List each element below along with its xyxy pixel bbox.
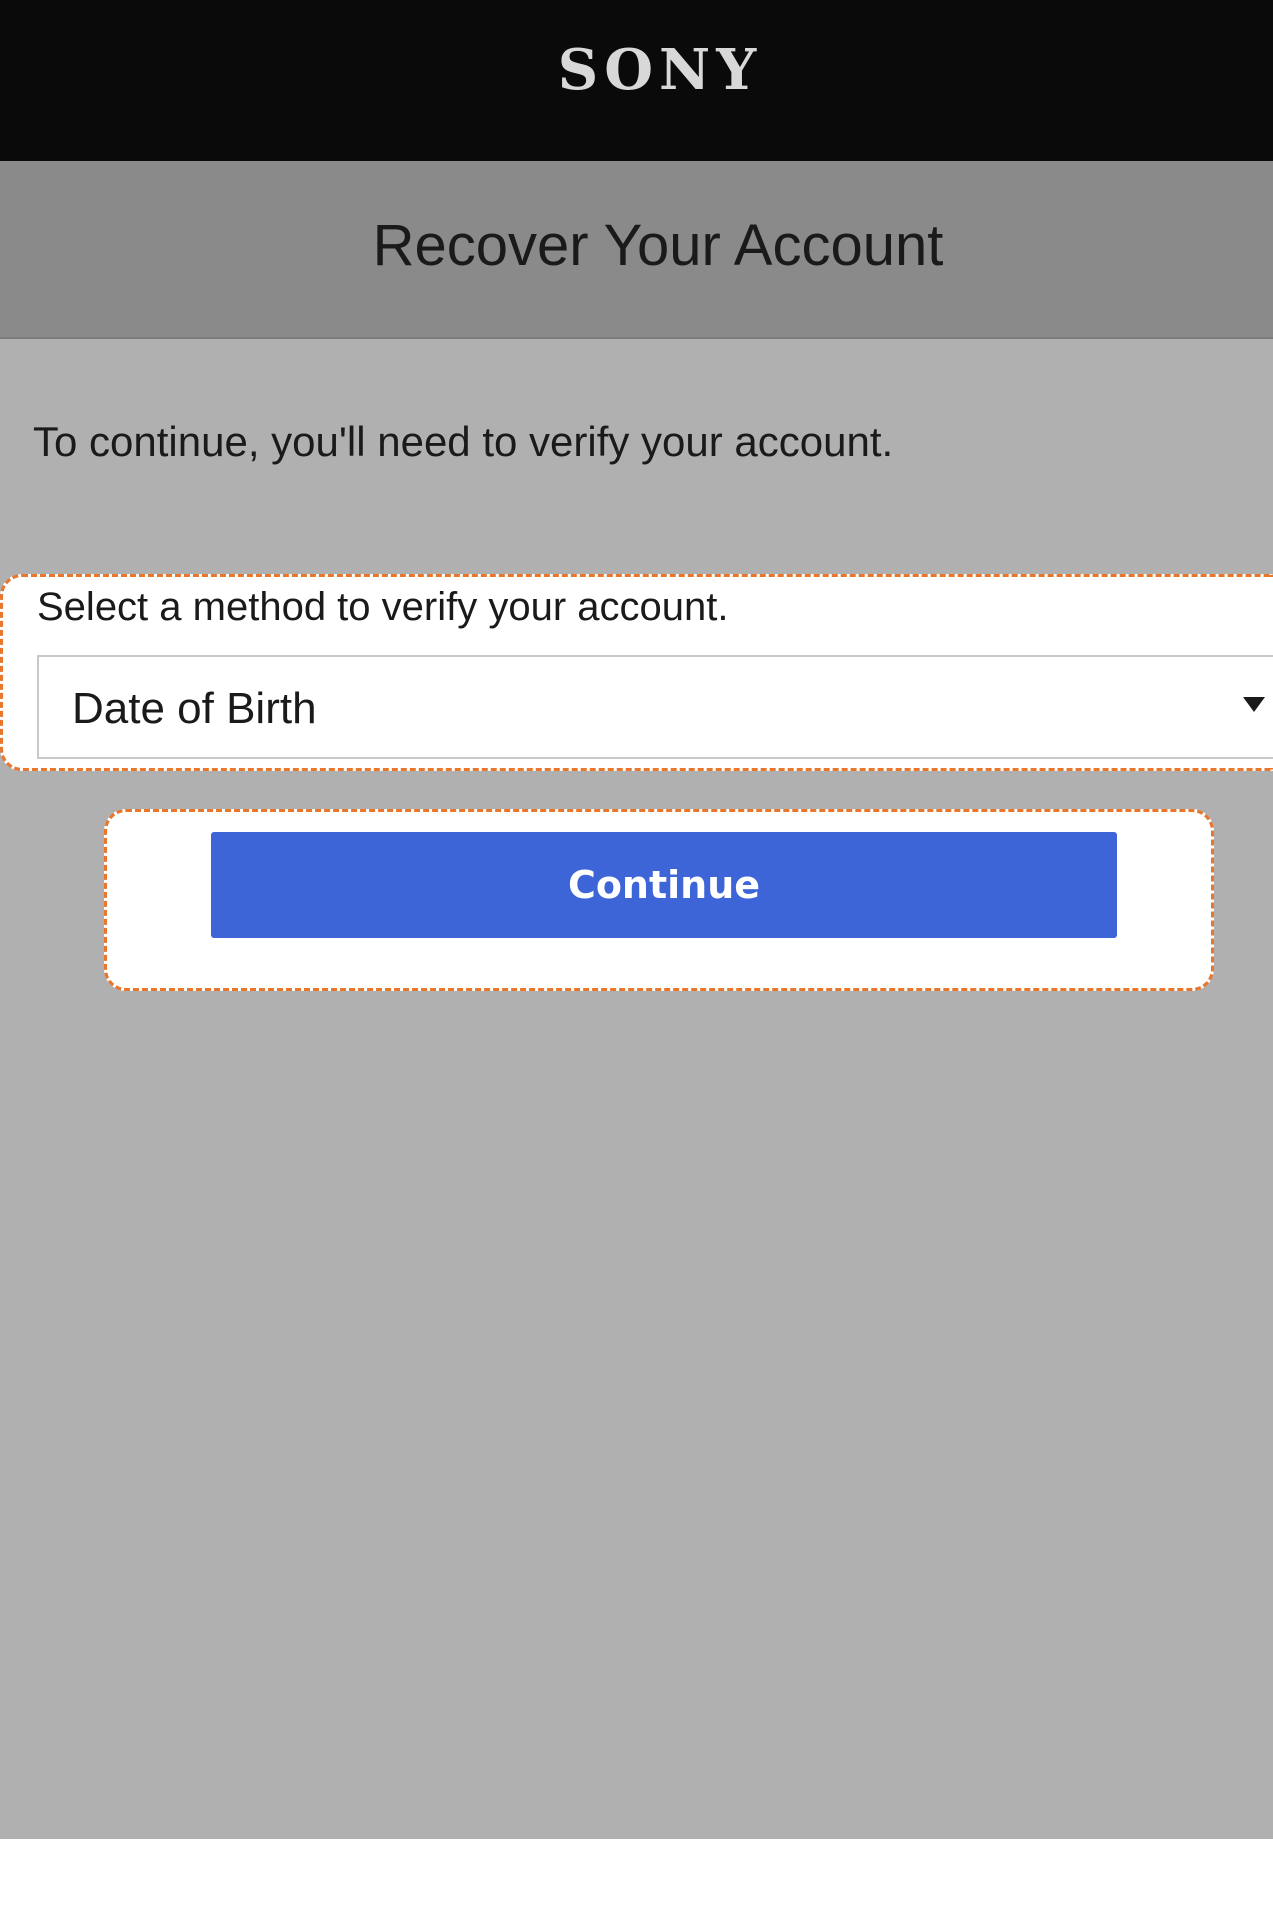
continue-button[interactable]: Continue <box>211 832 1117 938</box>
title-bar: Recover Your Account <box>0 161 1273 339</box>
intro-text: To continue, you'll need to verify your … <box>33 418 894 465</box>
sony-logo: SONY <box>557 37 763 103</box>
verify-method-label: Select a method to verify your account. <box>37 585 729 629</box>
verify-method-section: Select a method to verify your account. … <box>0 574 1273 771</box>
continue-section: Continue <box>104 809 1214 991</box>
page-title: Recover Your Account <box>372 213 944 278</box>
main-content: To continue, you'll need to verify your … <box>0 339 1273 1839</box>
dropdown-arrow-icon <box>1243 697 1265 712</box>
verify-method-select[interactable]: Date of Birth <box>37 655 1273 759</box>
selected-method-value: Date of Birth <box>72 684 317 733</box>
header-bar: SONY <box>0 0 1273 161</box>
